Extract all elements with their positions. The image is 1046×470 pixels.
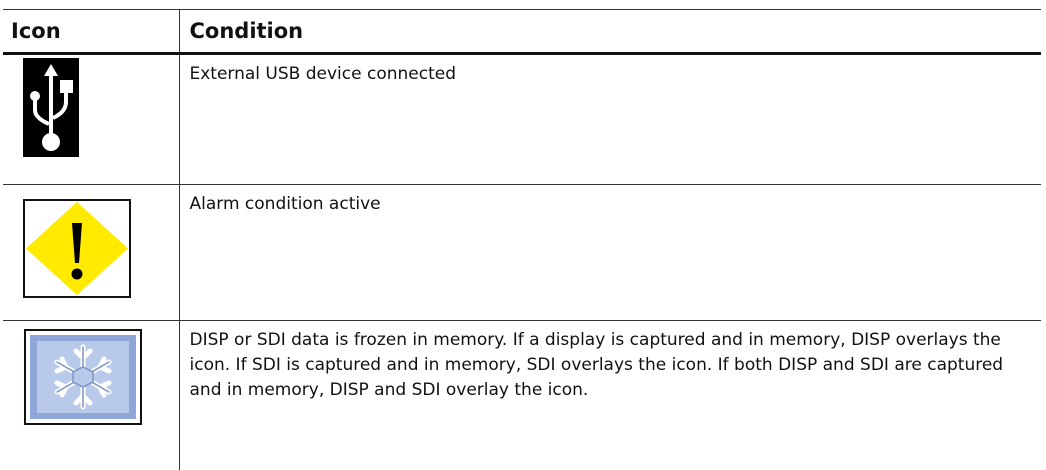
table-header-row: Icon Condition — [3, 10, 1041, 54]
alarm-warning-icon — [23, 199, 131, 298]
icon-cell — [3, 321, 179, 470]
icon-cell — [3, 54, 179, 185]
table-row: Alarm condition active — [3, 185, 1041, 321]
header-icon: Icon — [3, 10, 179, 54]
snowflake-frozen-icon — [24, 329, 142, 425]
icon-cell — [3, 185, 179, 321]
table-row: External USB device connected — [3, 54, 1041, 185]
icon-condition-table: Icon Condition External USB device conne… — [3, 9, 1041, 470]
header-condition: Condition — [179, 10, 1041, 54]
usb-icon — [23, 58, 79, 157]
table-row: DISP or SDI data is frozen in memory. If… — [3, 321, 1041, 470]
condition-cell: DISP or SDI data is frozen in memory. If… — [179, 321, 1041, 470]
condition-cell: External USB device connected — [179, 54, 1041, 185]
condition-cell: Alarm condition active — [179, 185, 1041, 321]
